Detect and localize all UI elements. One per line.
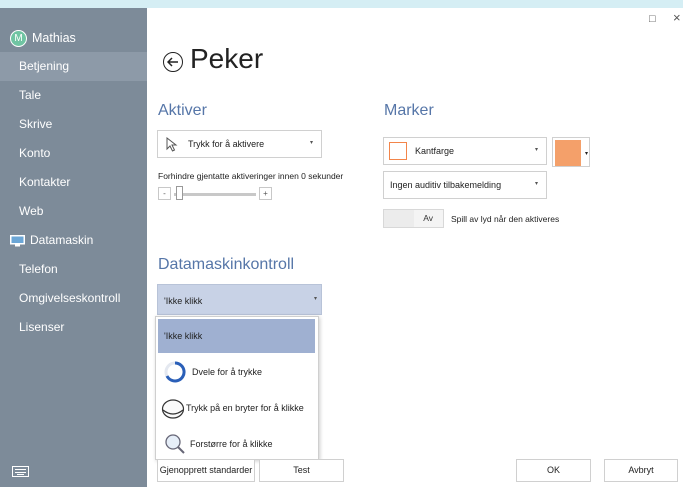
main-panel: □ × Peker Aktiver Trykk for å aktivere ▾…	[147, 8, 683, 487]
sidebar-item-omgivelseskontroll[interactable]: Omgivelseskontroll	[0, 284, 147, 313]
click-mode-dropdown[interactable]: 'Ikke klikk ▾	[157, 284, 322, 315]
switch-icon	[161, 399, 185, 419]
ok-button[interactable]: OK	[516, 459, 591, 482]
option-label: Trykk på en bryter for å klikke	[186, 403, 304, 413]
sidebar-item-label: Betjening	[19, 59, 70, 73]
magnifier-icon	[165, 434, 185, 454]
click-mode-value: 'Ikke klikk	[164, 296, 203, 306]
play-sound-toggle[interactable]: Av	[383, 209, 444, 228]
section-heading-activate: Aktiver	[158, 102, 207, 119]
keyboard-icon[interactable]	[12, 466, 29, 477]
sidebar-item-label: Lisenser	[19, 320, 65, 334]
chevron-down-icon: ▾	[584, 151, 588, 157]
option-dwell[interactable]: Dvele for å trykke	[158, 355, 315, 389]
pointer-icon	[166, 137, 178, 152]
sidebar-item-label: Omgivelseskontroll	[19, 291, 121, 305]
restore-defaults-button[interactable]: Gjenopprett standarder	[157, 459, 255, 482]
back-arrow-icon	[167, 57, 178, 67]
decrease-button[interactable]: -	[158, 187, 171, 200]
avatar: M	[10, 30, 27, 48]
section-heading-marker: Marker	[384, 102, 434, 119]
user-name: Mathias	[32, 31, 76, 45]
toggle-knob	[384, 210, 414, 227]
option-label: Dvele for å trykke	[192, 367, 263, 377]
option-switch-click[interactable]: Trykk på en bryter for å klikke	[158, 391, 315, 425]
page-title: Peker	[190, 43, 264, 74]
click-mode-popup: 'Ikke klikk Dvele for å trykke Trykk på …	[155, 316, 319, 460]
option-label: 'Ikke klikk	[164, 331, 203, 341]
option-label: Forstørre for å klikke	[190, 439, 273, 449]
border-dropdown[interactable]: Kantfarge ▾	[383, 137, 547, 165]
sidebar-item-label: Skrive	[19, 117, 53, 131]
border-value: Kantfarge	[415, 146, 455, 156]
chevron-down-icon: ▾	[309, 140, 313, 146]
chevron-down-icon: ▾	[313, 296, 317, 302]
repeat-prevention-label: Forhindre gjentatte aktiveringer innen 0…	[158, 171, 344, 181]
chevron-down-icon: ▾	[534, 147, 538, 153]
option-no-click[interactable]: 'Ikke klikk	[158, 319, 315, 353]
audio-feedback-value: Ingen auditiv tilbakemelding	[390, 180, 502, 190]
play-sound-label: Spill av lyd når den aktiveres	[451, 214, 560, 224]
sidebar-item-lisenser[interactable]: Lisenser	[0, 313, 147, 342]
sidebar-item-label: Datamaskin	[30, 233, 94, 247]
sidebar: M Mathias Betjening Tale Skrive Konto Kon…	[0, 8, 147, 487]
chevron-down-icon: ▾	[534, 181, 538, 187]
sidebar-item-datamaskin[interactable]: Datamaskin	[0, 226, 147, 255]
color-picker-button[interactable]: ▾	[552, 137, 590, 167]
close-button[interactable]: ×	[673, 10, 681, 25]
sidebar-item-label: Web	[19, 204, 44, 218]
sidebar-item-betjening[interactable]: Betjening	[0, 52, 147, 81]
activate-mode-dropdown[interactable]: Trykk for å aktivere ▾	[157, 130, 322, 158]
activate-mode-value: Trykk for å aktivere	[188, 139, 265, 149]
sidebar-item-skrive[interactable]: Skrive	[0, 110, 147, 139]
user-profile[interactable]: M Mathias	[0, 24, 147, 52]
cancel-button[interactable]: Avbryt	[604, 459, 678, 482]
computer-icon	[10, 234, 25, 247]
color-swatch	[555, 140, 581, 166]
sidebar-item-kontakter[interactable]: Kontakter	[0, 168, 147, 197]
sidebar-item-telefon[interactable]: Telefon	[0, 255, 147, 284]
maximize-button[interactable]: □	[649, 13, 656, 25]
audio-feedback-dropdown[interactable]: Ingen auditiv tilbakemelding ▾	[383, 171, 547, 199]
back-button[interactable]	[163, 52, 183, 72]
sidebar-item-label: Tale	[19, 88, 42, 102]
repeat-slider-thumb[interactable]	[176, 186, 183, 200]
sidebar-item-label: Kontakter	[19, 175, 71, 189]
test-button[interactable]: Test	[259, 459, 344, 482]
option-magnify-click[interactable]: Forstørre for å klikke	[158, 427, 315, 461]
sidebar-item-label: Telefon	[19, 262, 58, 276]
increase-button[interactable]: +	[259, 187, 272, 200]
sidebar-item-web[interactable]: Web	[0, 197, 147, 226]
toggle-state: Av	[423, 213, 433, 223]
dwell-ring-icon	[164, 361, 186, 383]
sidebar-item-konto[interactable]: Konto	[0, 139, 147, 168]
border-swatch-icon	[389, 142, 407, 160]
section-heading-computer-control: Datamaskinkontroll	[158, 256, 295, 273]
repeat-slider-track[interactable]	[174, 193, 256, 196]
sidebar-item-tale[interactable]: Tale	[0, 81, 147, 110]
sidebar-item-label: Konto	[19, 146, 51, 160]
